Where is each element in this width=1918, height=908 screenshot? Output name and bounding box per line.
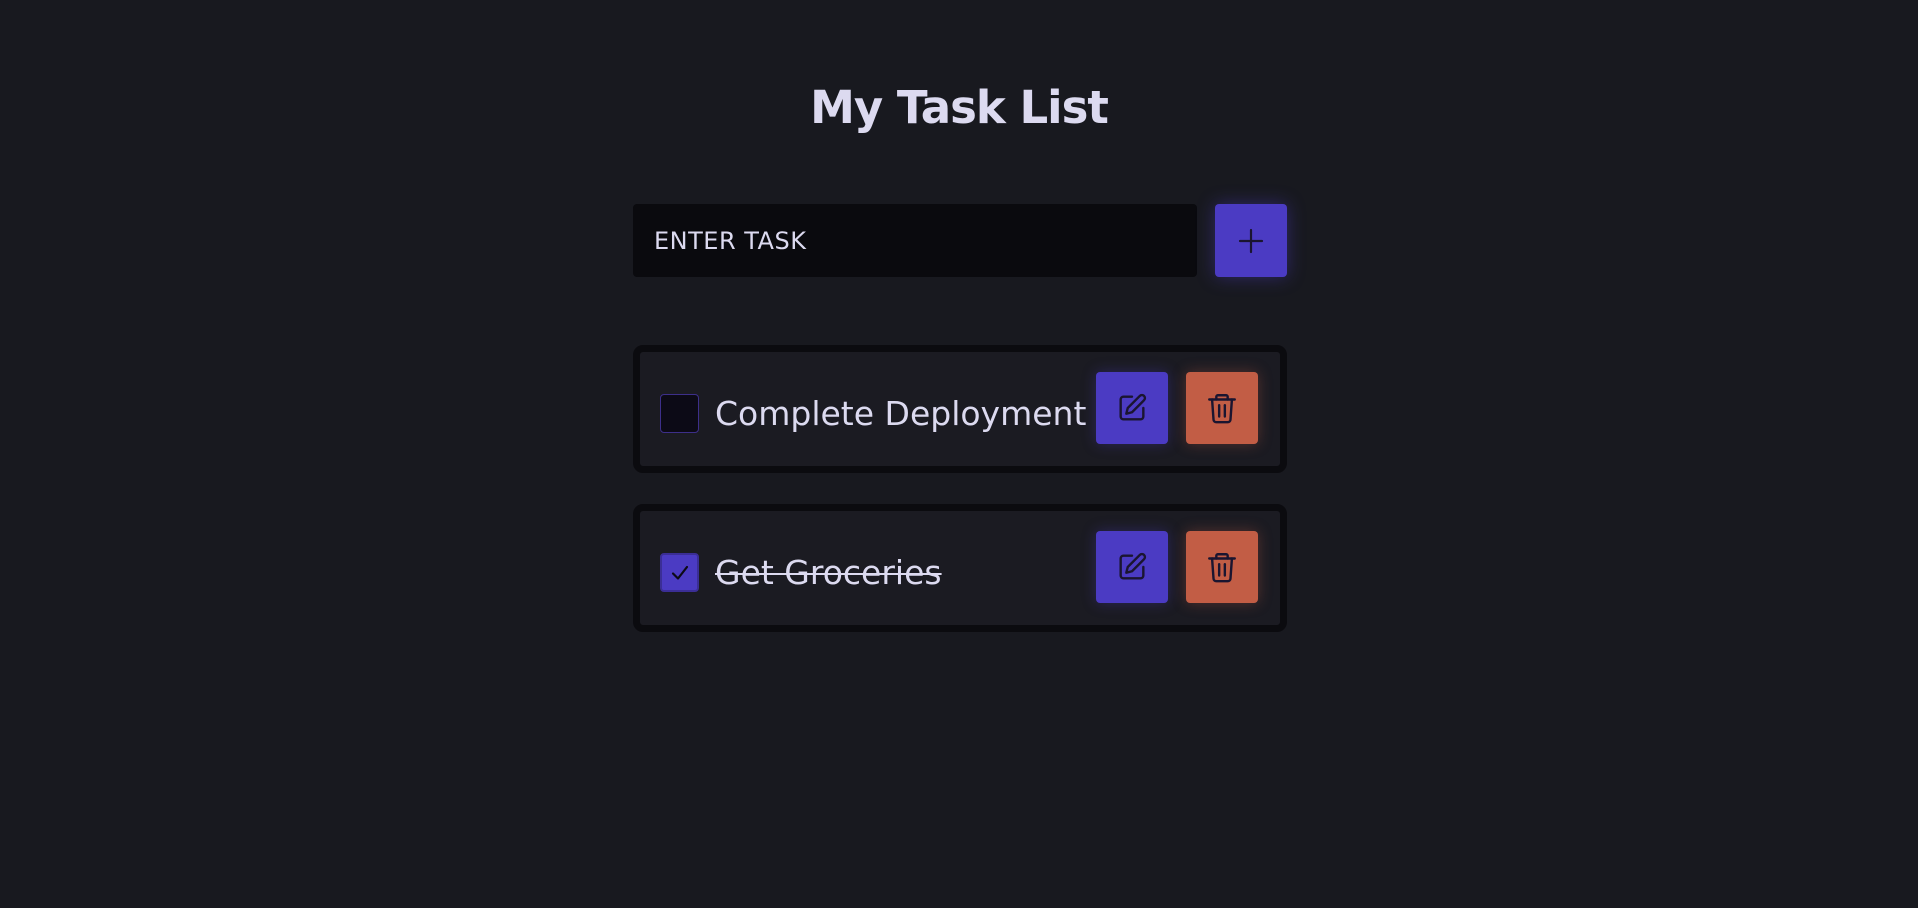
- task-app: My Task List Complete Deployment: [0, 0, 1918, 908]
- task-checkbox[interactable]: [660, 394, 699, 433]
- add-task-button[interactable]: [1215, 204, 1287, 277]
- trash-icon: [1205, 550, 1239, 584]
- pencil-square-icon: [1115, 550, 1149, 584]
- checkmark-icon: [669, 562, 691, 584]
- edit-task-button[interactable]: [1096, 372, 1168, 444]
- add-task-row: [633, 204, 1287, 277]
- task-text: Get Groceries: [715, 553, 942, 592]
- page-title: My Task List: [810, 81, 1109, 134]
- task-input[interactable]: [633, 204, 1197, 277]
- task-item: Get Groceries: [633, 504, 1287, 632]
- edit-task-button[interactable]: [1096, 531, 1168, 603]
- task-checkbox[interactable]: [660, 553, 699, 592]
- trash-icon: [1205, 391, 1239, 425]
- plus-icon: [1237, 227, 1265, 255]
- task-text: Complete Deployment: [715, 394, 1087, 433]
- pencil-square-icon: [1115, 391, 1149, 425]
- task-item: Complete Deployment: [633, 345, 1287, 473]
- delete-task-button[interactable]: [1186, 372, 1258, 444]
- delete-task-button[interactable]: [1186, 531, 1258, 603]
